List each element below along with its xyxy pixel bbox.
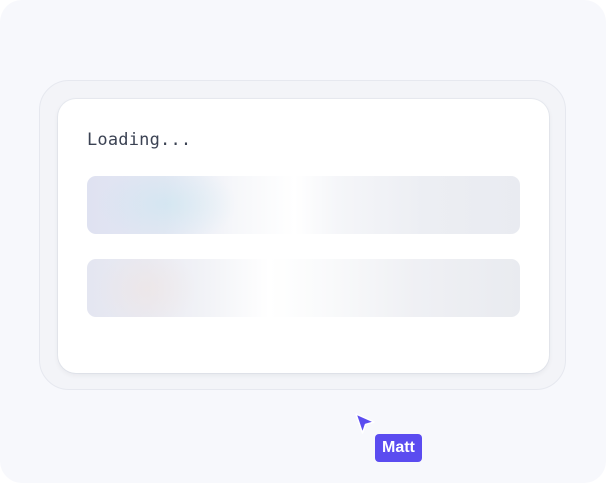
canvas-background: Loading... Matt [0, 0, 606, 483]
skeleton-bar-1 [87, 176, 520, 234]
cursor-arrow-icon [355, 413, 375, 434]
skeleton-bar-2 [87, 259, 520, 317]
loading-label: Loading... [87, 130, 192, 150]
collaborator-name-tag: Matt [375, 434, 422, 462]
loading-card: Loading... [58, 99, 549, 373]
